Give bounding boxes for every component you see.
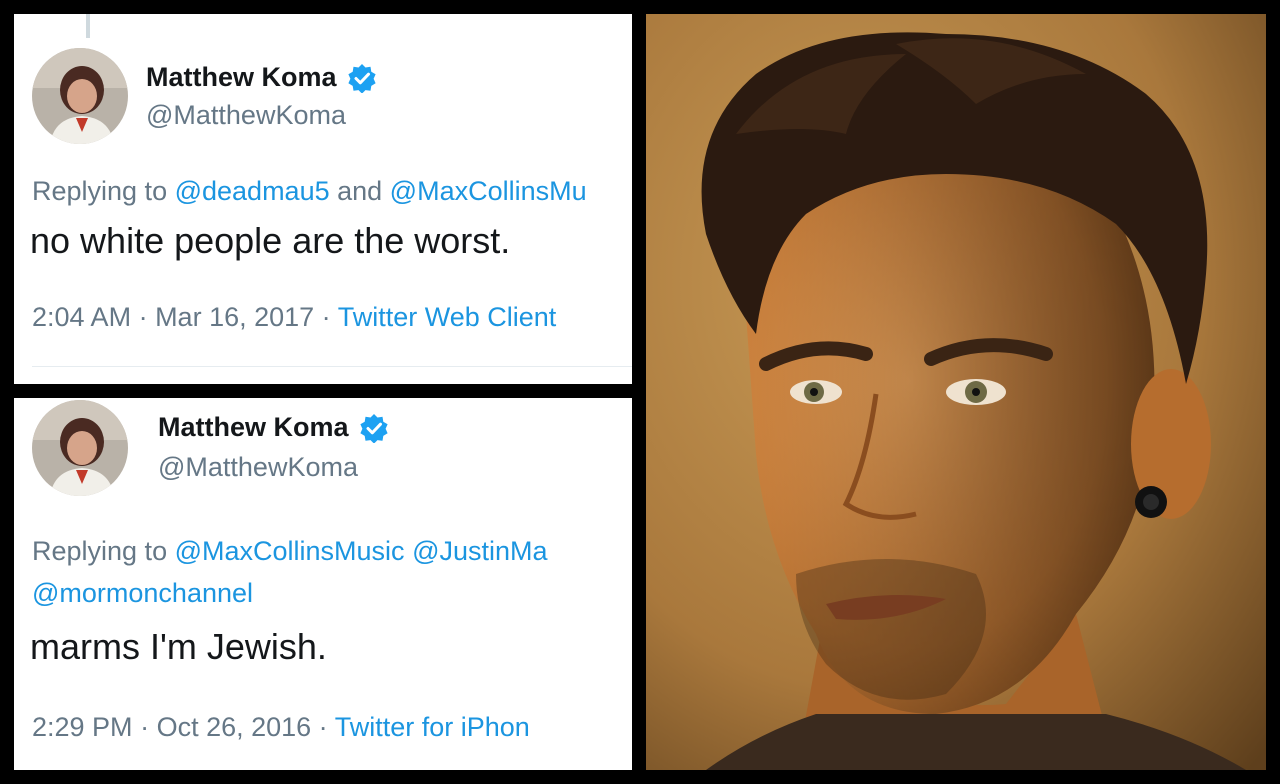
mention-link[interactable]: @mormonchannel bbox=[32, 578, 253, 608]
user-handle[interactable]: @MatthewKoma bbox=[146, 100, 346, 131]
replying-joiner: and bbox=[329, 176, 390, 206]
tweet-metadata: 2:04 AM · Mar 16, 2017 · Twitter Web Cli… bbox=[32, 302, 556, 333]
avatar[interactable] bbox=[32, 48, 128, 144]
tweet-card-2: Matthew Koma @MatthewKoma Replying to @M… bbox=[14, 398, 632, 770]
tweet-time[interactable]: 2:04 AM bbox=[32, 302, 131, 332]
thread-connector-line bbox=[86, 14, 90, 38]
tweet-card-1: Matthew Koma @MatthewKoma Replying to @d… bbox=[14, 14, 632, 384]
meta-separator: · bbox=[311, 712, 335, 742]
display-name[interactable]: Matthew Koma bbox=[146, 62, 377, 94]
tweet-text: marms I'm Jewish. bbox=[30, 626, 327, 667]
tweet-text: no white people are the worst. bbox=[30, 220, 511, 261]
mention-link[interactable]: @JustinMa bbox=[412, 536, 547, 566]
tweet-source-link[interactable]: Twitter Web Client bbox=[338, 302, 557, 332]
replying-joiner bbox=[405, 536, 413, 566]
replying-to-label: Replying to bbox=[32, 536, 175, 566]
display-name[interactable]: Matthew Koma bbox=[158, 412, 389, 444]
tweet-date[interactable]: Oct 26, 2016 bbox=[157, 712, 312, 742]
replying-to-line-continued: @mormonchannel bbox=[32, 572, 253, 614]
tweet-time[interactable]: 2:29 PM bbox=[32, 712, 133, 742]
replying-to-label: Replying to bbox=[32, 176, 175, 206]
verified-badge-icon bbox=[359, 413, 389, 444]
verified-badge-icon bbox=[347, 63, 377, 94]
meta-separator: · bbox=[132, 712, 157, 742]
user-handle[interactable]: @MatthewKoma bbox=[158, 452, 358, 483]
mention-link[interactable]: @deadmau5 bbox=[175, 176, 330, 206]
replying-to-line: Replying to @deadmau5 and @MaxCollinsMu bbox=[32, 170, 587, 212]
tweet-metadata: 2:29 PM · Oct 26, 2016 · Twitter for iPh… bbox=[32, 712, 530, 743]
meta-separator: · bbox=[131, 302, 156, 332]
portrait-photo bbox=[646, 14, 1266, 770]
mention-link[interactable]: @MaxCollinsMusic bbox=[175, 536, 405, 566]
avatar[interactable] bbox=[32, 400, 128, 496]
tweet-date[interactable]: Mar 16, 2017 bbox=[155, 302, 314, 332]
tweet-source-link[interactable]: Twitter for iPhon bbox=[335, 712, 530, 742]
divider bbox=[32, 366, 632, 367]
mention-link[interactable]: @MaxCollinsMu bbox=[390, 176, 587, 206]
replying-to-line: Replying to @MaxCollinsMusic @JustinMa bbox=[32, 530, 548, 572]
meta-separator: · bbox=[314, 302, 338, 332]
